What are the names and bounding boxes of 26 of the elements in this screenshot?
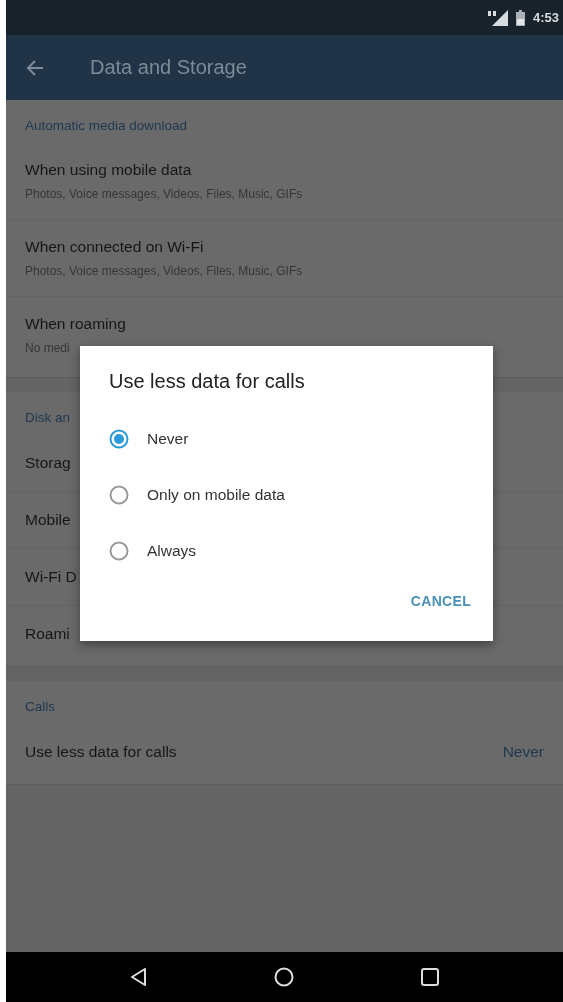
radio-option[interactable]: Never	[109, 411, 189, 467]
setting-title: Roami	[25, 625, 70, 643]
setting-title: When roaming	[25, 315, 126, 333]
setting-title: Wi-Fi D	[25, 568, 77, 586]
signal-icon	[487, 9, 508, 26]
setting-title: When connected on Wi-Fi	[25, 238, 204, 256]
section-header: Calls	[24, 698, 56, 716]
setting-value: Never	[502, 743, 544, 761]
setting-title: When using mobile data	[25, 161, 192, 179]
setting-title: Storag	[25, 454, 71, 472]
dialog-title: Use less data for calls	[109, 370, 306, 393]
radio-option[interactable]: Only on mobile data	[109, 467, 285, 523]
setting-title: Use less data for calls	[25, 743, 177, 761]
recents-icon[interactable]	[420, 967, 441, 987]
section-header: Disk an	[24, 409, 71, 427]
radio-option[interactable]: Always	[109, 523, 197, 579]
screen-title: Data and Storage	[90, 56, 247, 79]
section-header: Automatic media download	[24, 117, 189, 135]
setting-title: Mobile	[25, 511, 71, 529]
home-icon[interactable]	[274, 967, 295, 987]
back-icon[interactable]	[128, 967, 149, 987]
clock-time: 4:53	[532, 10, 559, 25]
back-arrow-icon[interactable]	[26, 58, 44, 77]
cancel-button[interactable]: CANCEL	[408, 585, 473, 617]
battery-icon	[515, 9, 525, 26]
settings-row[interactable]: Use less data for calls Never	[6, 724, 563, 780]
